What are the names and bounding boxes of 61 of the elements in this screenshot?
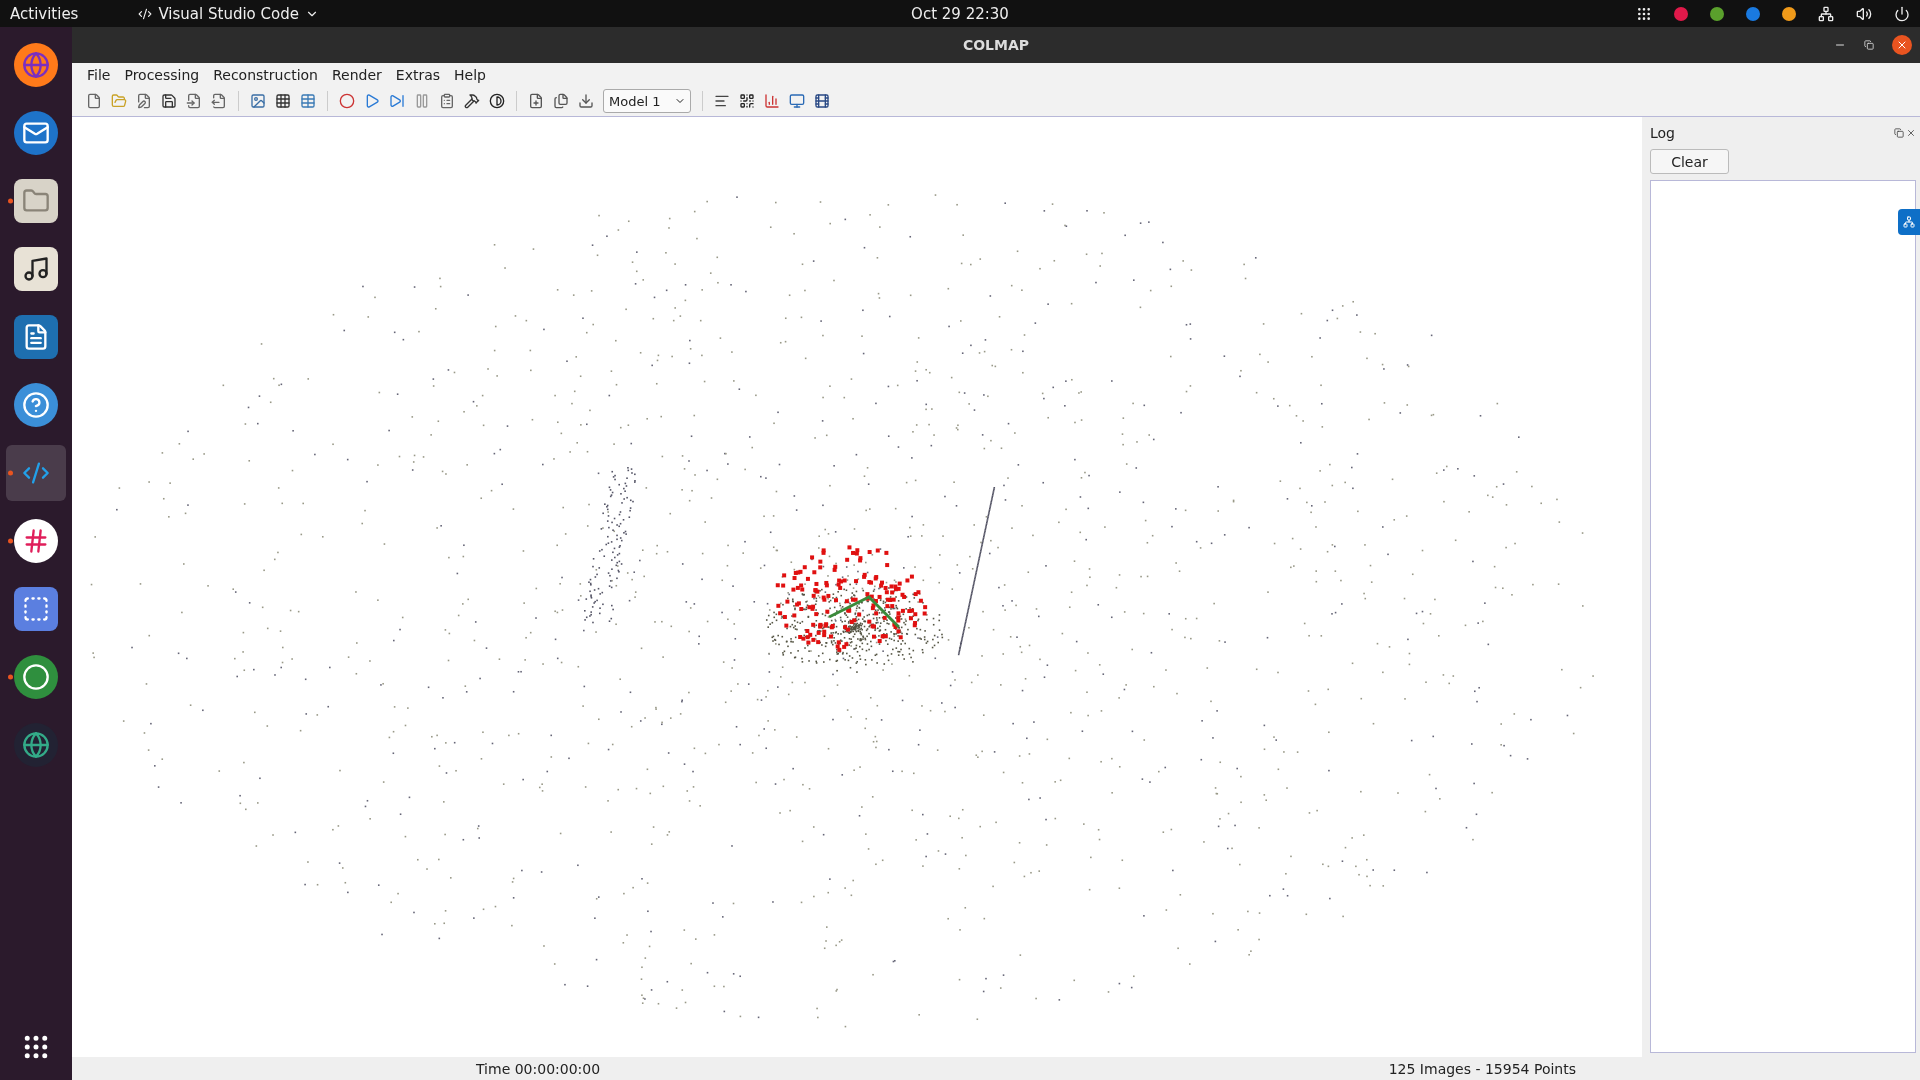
- files-icon[interactable]: [553, 93, 569, 109]
- step-forward-icon[interactable]: [389, 93, 405, 109]
- table-icon[interactable]: [300, 93, 316, 109]
- download-icon[interactable]: [578, 93, 594, 109]
- window-title: COLMAP: [962, 37, 1030, 53]
- grid-tray-icon[interactable]: [1636, 5, 1652, 22]
- app-menu[interactable]: Visual Studio Code: [138, 4, 319, 23]
- activities-button[interactable]: Activities: [10, 4, 79, 23]
- hammer-icon[interactable]: [464, 93, 480, 109]
- menu-item[interactable]: Extras: [388, 66, 448, 83]
- qr-code-icon[interactable]: [739, 93, 756, 109]
- restore-icon[interactable]: [1864, 40, 1874, 50]
- close-button[interactable]: [1892, 35, 1912, 55]
- play-icon[interactable]: [364, 93, 380, 109]
- time-status: Time 00:00:00:00: [476, 1060, 601, 1077]
- pause-icon[interactable]: [414, 93, 430, 109]
- log-title: Log: [1650, 125, 1675, 141]
- menu-item[interactable]: Help: [447, 66, 493, 83]
- running-indicator: [8, 538, 13, 544]
- running-indicator: [8, 470, 13, 476]
- mail-icon[interactable]: [14, 111, 58, 155]
- bar-chart-icon[interactable]: [764, 93, 781, 109]
- hash-icon[interactable]: [14, 519, 58, 563]
- float-icon[interactable]: [1894, 128, 1904, 138]
- summary-status: 125 Images - 15954 Points: [1388, 1060, 1576, 1077]
- image-icon[interactable]: [250, 93, 266, 109]
- add-file-icon[interactable]: [528, 93, 544, 109]
- code-icon: [138, 6, 153, 21]
- align-icon[interactable]: [714, 93, 731, 109]
- network-icon[interactable]: [1818, 5, 1834, 22]
- export-icon[interactable]: [211, 93, 227, 109]
- running-indicator: [8, 674, 13, 680]
- close-icon: [1896, 39, 1908, 51]
- document-icon[interactable]: [14, 315, 58, 359]
- folder-icon[interactable]: [14, 179, 58, 223]
- clock[interactable]: Oct 29 22:30: [911, 4, 1009, 23]
- contrast-icon[interactable]: [489, 93, 505, 109]
- edit-file-icon[interactable]: [136, 93, 152, 109]
- model-select[interactable]: Model 1: [603, 89, 692, 113]
- close-icon[interactable]: [1906, 128, 1916, 138]
- film-icon[interactable]: [814, 93, 831, 109]
- record-icon[interactable]: [339, 93, 355, 109]
- new-file-icon[interactable]: [86, 93, 102, 109]
- screenshot-icon[interactable]: [14, 587, 58, 631]
- clear-button[interactable]: Clear: [1650, 149, 1729, 174]
- save-icon[interactable]: [161, 93, 177, 109]
- browser-icon[interactable]: [14, 43, 58, 87]
- menu-item[interactable]: File: [80, 66, 118, 83]
- help-icon[interactable]: [14, 383, 58, 427]
- running-indicator: [8, 198, 13, 204]
- menu-item[interactable]: Render: [325, 66, 389, 83]
- volume-icon[interactable]: [1856, 5, 1872, 22]
- menu-item[interactable]: Reconstruction: [206, 66, 325, 83]
- grid-icon[interactable]: [275, 93, 291, 109]
- status-dot-icon[interactable]: [1782, 6, 1796, 21]
- menu-item[interactable]: Processing: [117, 66, 207, 83]
- monitor-icon[interactable]: [789, 93, 806, 109]
- globe-icon[interactable]: [14, 723, 58, 767]
- clipboard-icon[interactable]: [439, 93, 455, 109]
- power-icon[interactable]: [1894, 5, 1910, 22]
- import-icon[interactable]: [186, 93, 202, 109]
